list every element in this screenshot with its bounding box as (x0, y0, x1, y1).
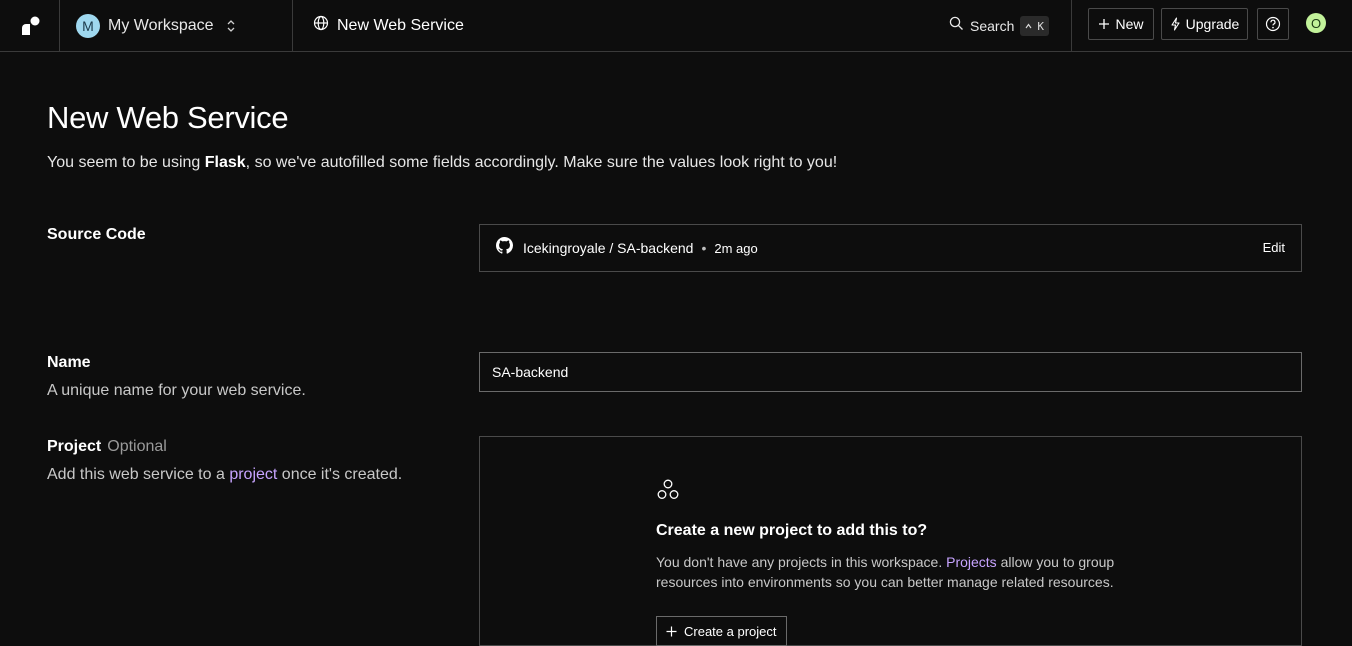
source-code-label: Source Code (47, 226, 146, 243)
project-link[interactable]: project (229, 466, 277, 483)
optional-tag: Optional (107, 438, 167, 455)
chevron-up-down-icon (226, 19, 236, 33)
name-description: A unique name for your web service. (47, 382, 306, 399)
toolbar-divider (1071, 0, 1072, 51)
globe-icon (313, 15, 329, 36)
top-navigation-bar: M My Workspace New Web Service Search K … (0, 0, 1352, 52)
workspace-name: My Workspace (108, 16, 214, 34)
project-label-text: Project (47, 438, 102, 455)
workspace-avatar: M (76, 13, 100, 38)
service-name-input[interactable] (479, 352, 1302, 392)
detected-framework: Flask (204, 154, 246, 171)
plus-icon (666, 626, 677, 636)
project-label: Project Optional (47, 438, 167, 456)
new-button[interactable]: New (1088, 8, 1154, 40)
create-project-label: Create a project (684, 623, 777, 639)
autofill-notice-text-end: , so we've autofilled some fields accord… (245, 154, 838, 171)
search-shortcut: K (1020, 16, 1049, 36)
separator-dot: • (701, 240, 707, 256)
project-description-text-end: once it's created. (277, 466, 403, 483)
create-project-button[interactable]: Create a project (656, 616, 787, 646)
empty-state-title: Create a new project to add this to? (656, 522, 928, 539)
autofill-notice: You seem to be using Flask, so we've aut… (47, 154, 837, 172)
projects-docs-link[interactable]: Projects (946, 554, 997, 570)
empty-state-description-text: You don't have any projects in this work… (656, 554, 947, 570)
last-updated: 2m ago (714, 240, 758, 256)
github-icon (496, 237, 513, 259)
control-key-icon (1025, 23, 1032, 29)
workspace-switcher[interactable]: M My Workspace (60, 0, 293, 51)
project-description-text: Add this web service to a (47, 466, 230, 483)
edit-source-button[interactable]: Edit (1263, 240, 1285, 255)
repository-name[interactable]: Icekingroyale / SA-backend (523, 240, 693, 256)
autofill-notice-text: You seem to be using (47, 154, 205, 171)
project-description: Add this web service to a project once i… (47, 466, 402, 484)
projects-icon (656, 479, 680, 505)
name-label: Name (47, 354, 91, 371)
logo-icon (21, 16, 39, 35)
render-logo[interactable] (0, 0, 60, 51)
empty-state-content: Create a new project to add this to? You… (656, 479, 1126, 646)
search-shortcut-key: K (1037, 19, 1044, 33)
search-label: Search (970, 18, 1015, 34)
page-title: New Web Service (47, 100, 289, 135)
plus-icon (1099, 19, 1110, 29)
help-icon (1265, 16, 1281, 32)
empty-state-description: You don't have any projects in this work… (656, 552, 1116, 592)
upgrade-button-label: Upgrade (1185, 16, 1240, 32)
search-icon (949, 16, 964, 36)
upgrade-button[interactable]: Upgrade (1161, 8, 1248, 40)
lightning-icon (1171, 17, 1180, 31)
new-button-label: New (1115, 16, 1144, 32)
breadcrumb: New Web Service (313, 0, 464, 51)
user-avatar[interactable]: O (1306, 13, 1326, 33)
source-code-card: Icekingroyale / SA-backend • 2m ago Edit (479, 224, 1302, 272)
breadcrumb-page-title: New Web Service (337, 16, 464, 34)
help-button[interactable] (1257, 8, 1289, 40)
search-button[interactable]: Search K (949, 13, 1049, 39)
project-empty-state: Create a new project to add this to? You… (479, 436, 1302, 646)
